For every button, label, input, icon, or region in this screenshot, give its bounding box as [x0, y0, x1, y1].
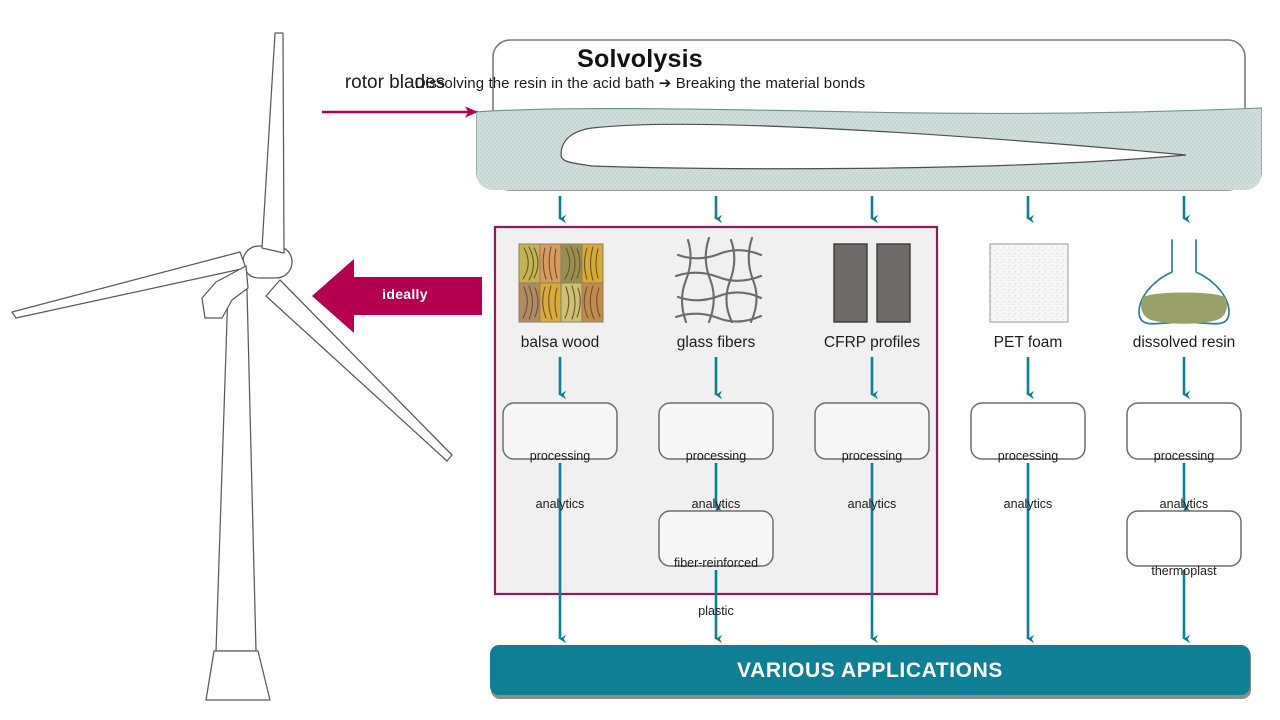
processing-line-2: analytics: [1159, 497, 1209, 511]
processing-line-1: processing: [997, 449, 1059, 463]
material-label-pet-foam: PET foam: [993, 334, 1063, 351]
various-applications-label: VARIOUS APPLICATIONS: [737, 659, 1003, 682]
processing-box-text-balsa: processing analytics: [495, 416, 625, 544]
material-label-glass-fibers: glass fibers: [676, 334, 756, 351]
material-label-cfrp-profiles: CFRP profiles: [823, 334, 921, 351]
solvolysis-subtitle: Dissolving the resin in the acid bath ➔ …: [414, 75, 866, 92]
solvolysis-title: Solvolysis: [577, 45, 703, 73]
secondary-line-2: plastic: [698, 604, 734, 618]
diagram-text-layer: Solvolysis Dissolving the resin in the a…: [0, 0, 1280, 720]
processing-line-1: processing: [1153, 449, 1215, 463]
secondary-box-text-frp: fiber-reinforced plastic: [651, 523, 781, 651]
processing-box-text-pet: processing analytics: [963, 416, 1093, 544]
secondary-box-text-thermoplast: thermoplast: [1119, 531, 1249, 611]
processing-line-1: processing: [841, 449, 903, 463]
rotor-blades-arrow-label: rotor blades: [344, 72, 446, 93]
secondary-line-1: thermoplast: [1151, 564, 1217, 578]
processing-line-2: analytics: [1003, 497, 1053, 511]
ideally-arrow-label: ideally: [382, 286, 428, 302]
processing-line-2: analytics: [847, 497, 897, 511]
processing-line-2: analytics: [691, 497, 741, 511]
material-label-balsa-wood: balsa wood: [520, 334, 600, 351]
material-label-dissolved-resin: dissolved resin: [1132, 334, 1236, 351]
secondary-line-1: fiber-reinforced: [673, 556, 759, 570]
processing-line-1: processing: [685, 449, 747, 463]
processing-line-1: processing: [529, 449, 591, 463]
diagram-canvas: Solvolysis Dissolving the resin in the a…: [0, 0, 1280, 720]
processing-box-text-resin: processing analytics: [1119, 416, 1249, 544]
processing-box-text-cfrp: processing analytics: [807, 416, 937, 544]
processing-line-2: analytics: [535, 497, 585, 511]
